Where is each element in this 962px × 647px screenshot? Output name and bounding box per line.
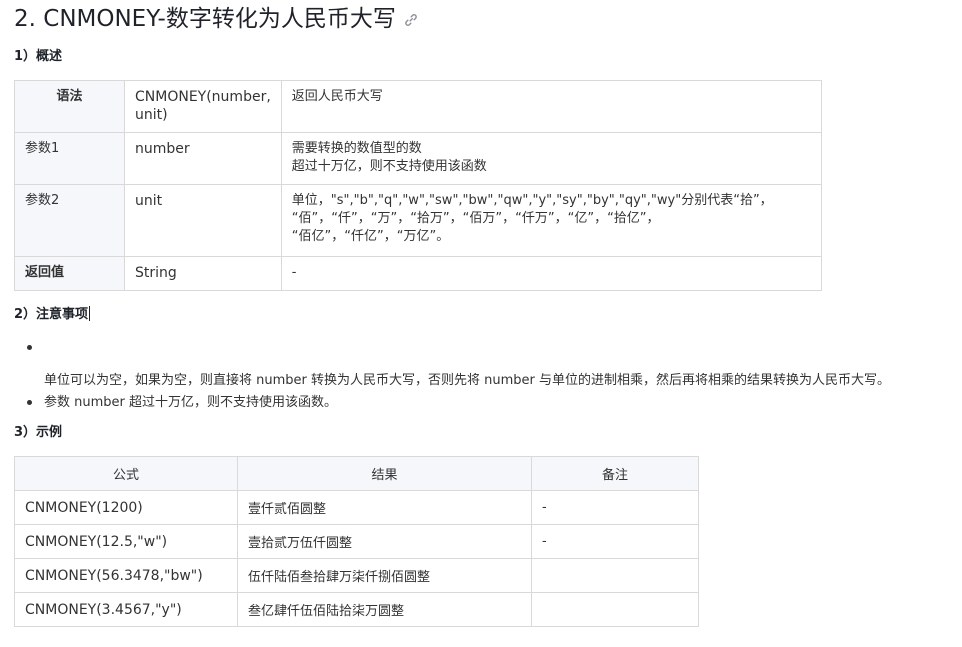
note-cell: - — [531, 524, 699, 559]
param1-desc-line: 超过十万亿，则不支持使用该函数 — [291, 159, 487, 174]
list-item: 参数 number 超过十万亿，则不支持使用该函数。 — [14, 394, 954, 414]
param2-label: 参数2 — [14, 184, 125, 257]
param1-description: 需要转换的数值型的数 超过十万亿，则不支持使用该函数 — [280, 132, 823, 185]
table-row: CNMONEY(56.3478,"bw") 伍仟陆佰叁拾肆万柒仟捌佰圆整 — [14, 558, 699, 593]
syntax-description: 返回人民币大写 — [280, 80, 823, 133]
note-text: 参数 number 超过十万亿，则不支持使用该函数。 — [44, 395, 338, 410]
page-title: 2. CNMONEY-数字转化为人民币大写 — [14, 2, 418, 36]
result-cell: 壹拾贰万伍仟圆整 — [237, 524, 532, 559]
section-heading-example: 3）示例 — [14, 425, 63, 440]
note-cell: - — [531, 490, 699, 525]
param2-desc-line: 单位，"s","b","q","w","sw","bw","qw","y","s… — [291, 193, 773, 208]
table-header-row: 公式 结果 备注 — [14, 456, 699, 491]
bullet-icon — [27, 345, 32, 350]
param1-value: number — [124, 132, 282, 185]
section-heading-overview: 1）概述 — [14, 49, 63, 64]
syntax-row-return: 返回值 String - — [14, 256, 823, 291]
note-cell — [531, 592, 699, 627]
param1-label: 参数1 — [14, 132, 125, 185]
syntax-label: 语法 — [14, 80, 125, 133]
section-heading-notes-text: 2）注意事项 — [14, 307, 89, 322]
param2-value: unit — [124, 184, 282, 257]
result-cell: 叁亿肆仟伍佰陆拾柒万圆整 — [237, 592, 532, 627]
syntax-row-param1: 参数1 number 需要转换的数值型的数 超过十万亿，则不支持使用该函数 — [14, 132, 823, 185]
syntax-value-line: unit) — [135, 107, 168, 123]
table-row: CNMONEY(12.5,"w") 壹拾贰万伍仟圆整 - — [14, 524, 699, 559]
formula-cell: CNMONEY(3.4567,"y") — [14, 592, 238, 627]
header-formula: 公式 — [14, 456, 238, 491]
syntax-row-param2: 参数2 unit 单位，"s","b","q","w","sw","bw","q… — [14, 184, 823, 257]
return-description: - — [280, 256, 823, 291]
param2-description: 单位，"s","b","q","w","sw","bw","qw","y","s… — [280, 184, 823, 257]
result-cell: 壹仟贰佰圆整 — [237, 490, 532, 525]
syntax-row-syntax: 语法 CNMONEY(number, unit) 返回人民币大写 — [14, 80, 823, 133]
syntax-value: CNMONEY(number, unit) — [124, 80, 282, 133]
param2-desc-line: “佰亿”，“仟亿”，“万亿”。 — [291, 229, 450, 244]
syntax-desc-line: 返回人民币大写 — [291, 89, 383, 104]
return-label: 返回值 — [14, 256, 125, 291]
formula-cell: CNMONEY(12.5,"w") — [14, 524, 238, 559]
syntax-table: 语法 CNMONEY(number, unit) 返回人民币大写 参数1 num… — [14, 80, 823, 291]
document-page: 2. CNMONEY-数字转化为人民币大写 1）概述 语法 CNMONEY(nu… — [0, 0, 962, 647]
section-heading-notes: 2）注意事项 — [14, 306, 91, 324]
param1-desc-line: 需要转换的数值型的数 — [291, 141, 422, 156]
page-title-text: 2. CNMONEY-数字转化为人民币大写 — [14, 6, 396, 32]
header-note: 备注 — [531, 456, 699, 491]
param2-desc-line: “佰”，“仟”，“万”，“拾万”，“佰万”，“仟万”，“亿”，“拾亿”， — [291, 211, 660, 226]
return-value: String — [124, 256, 282, 291]
note-text: 单位可以为空，如果为空，则直接将 number 转换为人民币大写，否则先将 nu… — [44, 373, 891, 388]
link-icon[interactable] — [404, 13, 418, 27]
bullet-icon — [27, 400, 32, 405]
result-cell: 伍仟陆佰叁拾肆万柒仟捌佰圆整 — [237, 558, 532, 593]
formula-cell: CNMONEY(1200) — [14, 490, 238, 525]
syntax-value-line: CNMONEY(number, — [135, 89, 271, 105]
list-item: 单位可以为空，如果为空，则直接将 number 转换为人民币大写，否则先将 nu… — [14, 338, 954, 394]
table-row: CNMONEY(3.4567,"y") 叁亿肆仟伍佰陆拾柒万圆整 — [14, 592, 699, 627]
notes-list: 单位可以为空，如果为空，则直接将 number 转换为人民币大写，否则先将 nu… — [14, 338, 954, 414]
note-cell — [531, 558, 699, 593]
header-result: 结果 — [237, 456, 532, 491]
table-row: CNMONEY(1200) 壹仟贰佰圆整 - — [14, 490, 699, 525]
text-cursor — [89, 306, 91, 321]
example-table: 公式 结果 备注 CNMONEY(1200) 壹仟贰佰圆整 - CNMONEY(… — [14, 456, 699, 627]
formula-cell: CNMONEY(56.3478,"bw") — [14, 558, 238, 593]
